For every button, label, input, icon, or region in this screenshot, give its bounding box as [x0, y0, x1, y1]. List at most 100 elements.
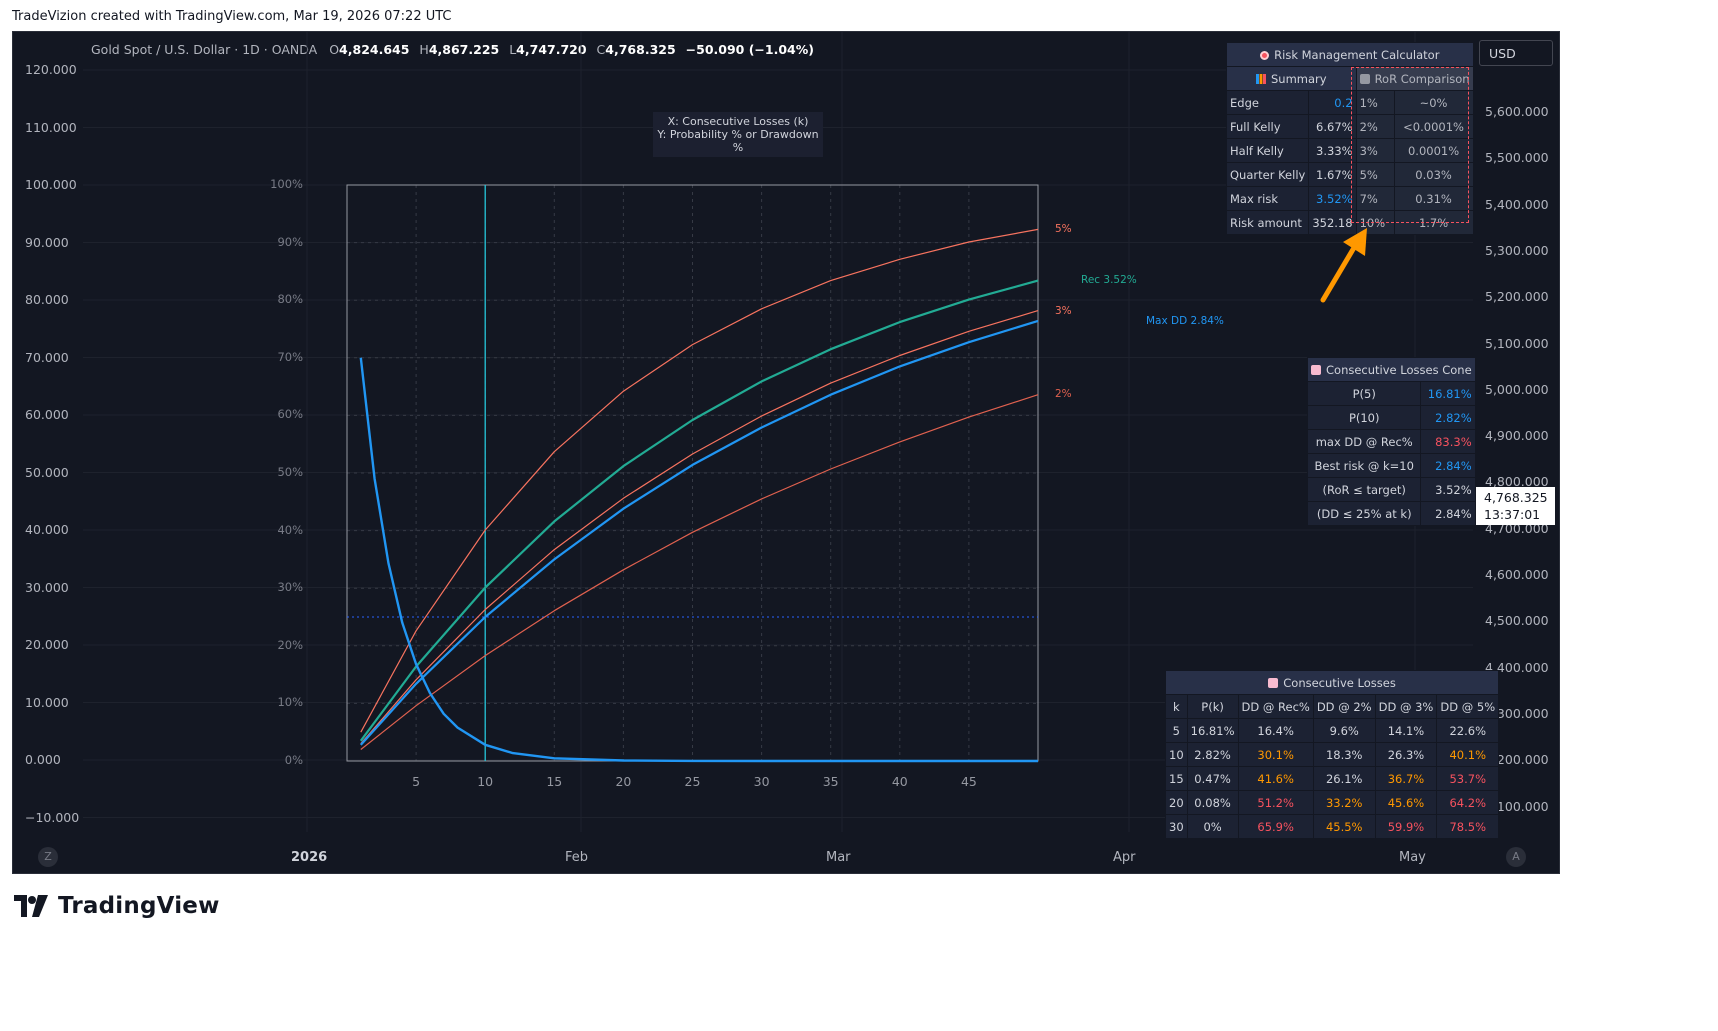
- losses-row: 30 0% 65.9% 45.5% 59.9% 78.5%: [1165, 814, 1500, 839]
- chart-icon: [1359, 73, 1370, 84]
- ror-risk: 7%: [1355, 186, 1395, 211]
- left-axis-label: 10.000: [25, 694, 69, 710]
- losses-cell: 40.1%: [1436, 742, 1500, 767]
- cone-table-title: Consecutive Losses Cone: [1326, 362, 1472, 377]
- losses-cell: 18.3%: [1312, 742, 1376, 767]
- losses-cell: 10: [1165, 742, 1188, 767]
- percent-tick-label: 80%: [277, 292, 303, 307]
- k-tick-label: 35: [822, 774, 839, 789]
- losses-row: 15 0.47% 41.6% 26.1% 36.7% 53.7%: [1165, 766, 1500, 791]
- right-axis-label: 5,100.000: [1485, 335, 1549, 351]
- percent-tick-label: 10%: [277, 695, 303, 710]
- cone-row-label: (RoR ≤ target): [1306, 477, 1422, 502]
- right-axis-label: 5,200.000: [1485, 289, 1549, 305]
- right-axis-label: 4,600.000: [1485, 567, 1549, 582]
- auto-scale-button[interactable]: A: [1506, 847, 1526, 867]
- losses-cell: 22.6%: [1436, 718, 1500, 743]
- series-lines: [359, 228, 1039, 763]
- losses-cell: 2.82%: [1186, 742, 1239, 767]
- losses-cell: 53.7%: [1436, 766, 1500, 791]
- cone-row-value: 2.84%: [1420, 453, 1476, 478]
- cone-row-value: 83.3%: [1420, 429, 1476, 454]
- tradingview-mark-icon: [14, 895, 48, 917]
- currency-button[interactable]: USD: [1479, 40, 1553, 66]
- ror-risk: 2%: [1355, 114, 1395, 139]
- losses-column-header: DD @ 3%: [1374, 694, 1438, 719]
- time-axis-label: Feb: [565, 850, 589, 865]
- losses-header-row: k P(k) DD @ Rec% DD @ 2% DD @ 3% DD @ 5%: [1165, 694, 1500, 719]
- losses-cell: 65.9%: [1237, 814, 1314, 839]
- tab-summary-label: Summary: [1271, 71, 1327, 86]
- left-axis-label: 120.000: [25, 62, 77, 77]
- percent-tick-label: 30%: [277, 580, 303, 595]
- risk-management-table: Risk Management Calculator Summary RoR C…: [1225, 42, 1474, 235]
- left-axis-label: 20.000: [25, 637, 69, 652]
- risk-row-label: Full Kelly: [1225, 114, 1310, 139]
- series-line-4: [360, 394, 1039, 750]
- zoom-reset-button[interactable]: Z: [38, 847, 58, 867]
- percent-tick-label: 100%: [270, 177, 303, 191]
- losses-table-title: Consecutive Losses: [1283, 675, 1396, 690]
- losses-cell: 20: [1165, 790, 1188, 815]
- risk-row-value: 3.33%: [1308, 138, 1357, 163]
- cone-row: max DD @ Rec% 83.3%: [1306, 429, 1476, 454]
- k-tick-label: 5: [412, 774, 421, 789]
- losses-cell: 9.6%: [1312, 718, 1376, 743]
- cone-row-label: max DD @ Rec%: [1306, 429, 1422, 454]
- chart-pane[interactable]: Gold Spot / U.S. Dollar · 1D · OANDA O4,…: [12, 31, 1560, 874]
- chart-caption: TradeVizion created with TradingView.com…: [12, 9, 452, 24]
- losses-row: 20 0.08% 51.2% 33.2% 45.6% 64.2%: [1165, 790, 1500, 815]
- k-tick-label: 30: [753, 774, 770, 789]
- series-label-2pct: 2%: [1055, 388, 1072, 400]
- losses-column-header: P(k): [1186, 694, 1239, 719]
- ror-value: 1.7%: [1393, 210, 1474, 235]
- losses-column-header: DD @ 5%: [1436, 694, 1500, 719]
- losses-cell: 78.5%: [1436, 814, 1500, 839]
- risk-row-value: 0.2: [1308, 90, 1357, 115]
- axis-info-y: Y: Probability % or Drawdown %: [657, 128, 819, 154]
- k-tick-label: 45: [960, 774, 977, 789]
- tab-ror-label: RoR Comparison: [1374, 71, 1470, 86]
- right-axis-label: 4,500.000: [1485, 613, 1549, 629]
- ror-risk: 5%: [1355, 162, 1395, 187]
- percent-tick-label: 70%: [277, 349, 303, 364]
- percent-tick-label: 90%: [277, 234, 303, 249]
- losses-cell: 30: [1165, 814, 1188, 839]
- right-axis-label: 5,500.000: [1485, 150, 1549, 166]
- axis-info-x: X: Consecutive Losses (k): [667, 115, 809, 128]
- series-line-0: [360, 228, 1039, 733]
- time-axis-label: May: [1399, 850, 1426, 865]
- cone-table-title-cell: Consecutive Losses Cone: [1307, 357, 1476, 382]
- losses-cell: 30.1%: [1237, 742, 1314, 767]
- percent-tick-label: 20%: [277, 637, 303, 652]
- risk-table-title-cell: Risk Management Calculator: [1226, 42, 1474, 67]
- tradingview-logo[interactable]: TradingView: [14, 893, 220, 919]
- time-axis-label: 2026: [291, 850, 328, 865]
- series-label-rec: Rec 3.52%: [1081, 274, 1137, 286]
- chart-down-icon: [1268, 677, 1279, 688]
- left-axis-label: 40.000: [25, 522, 69, 537]
- k-tick-label: 20: [615, 774, 632, 789]
- series-label-3pct: 3%: [1055, 305, 1072, 317]
- losses-cell: 45.6%: [1374, 790, 1438, 815]
- tab-ror-comparison[interactable]: RoR Comparison: [1355, 66, 1474, 91]
- cone-row: (DD ≤ 25% at k) 2.84%: [1306, 501, 1476, 526]
- risk-row: Edge 0.2 1% ~0%: [1225, 90, 1474, 115]
- bar-countdown: 13:37:01: [1484, 507, 1541, 522]
- right-axis-label: 5,600.000: [1485, 104, 1549, 119]
- ror-value: 0.0001%: [1393, 138, 1474, 163]
- target-icon: [1260, 50, 1270, 60]
- right-axis-label: 4,900.000: [1485, 428, 1549, 444]
- losses-cell: 41.6%: [1237, 766, 1314, 791]
- right-axis-label: 5,300.000: [1485, 242, 1549, 258]
- cone-row-label: (DD ≤ 25% at k): [1306, 501, 1422, 526]
- chart-down-icon: [1311, 364, 1321, 375]
- percent-tick-label: 0%: [284, 753, 303, 767]
- time-axis-label: Mar: [826, 850, 851, 865]
- time-axis-label: Apr: [1113, 850, 1136, 865]
- tab-summary[interactable]: Summary: [1226, 66, 1357, 91]
- k-tick-label: 25: [684, 774, 701, 789]
- risk-row-label: Half Kelly: [1225, 138, 1310, 163]
- losses-cell: 36.7%: [1374, 766, 1438, 791]
- ror-value: 0.31%: [1393, 186, 1474, 211]
